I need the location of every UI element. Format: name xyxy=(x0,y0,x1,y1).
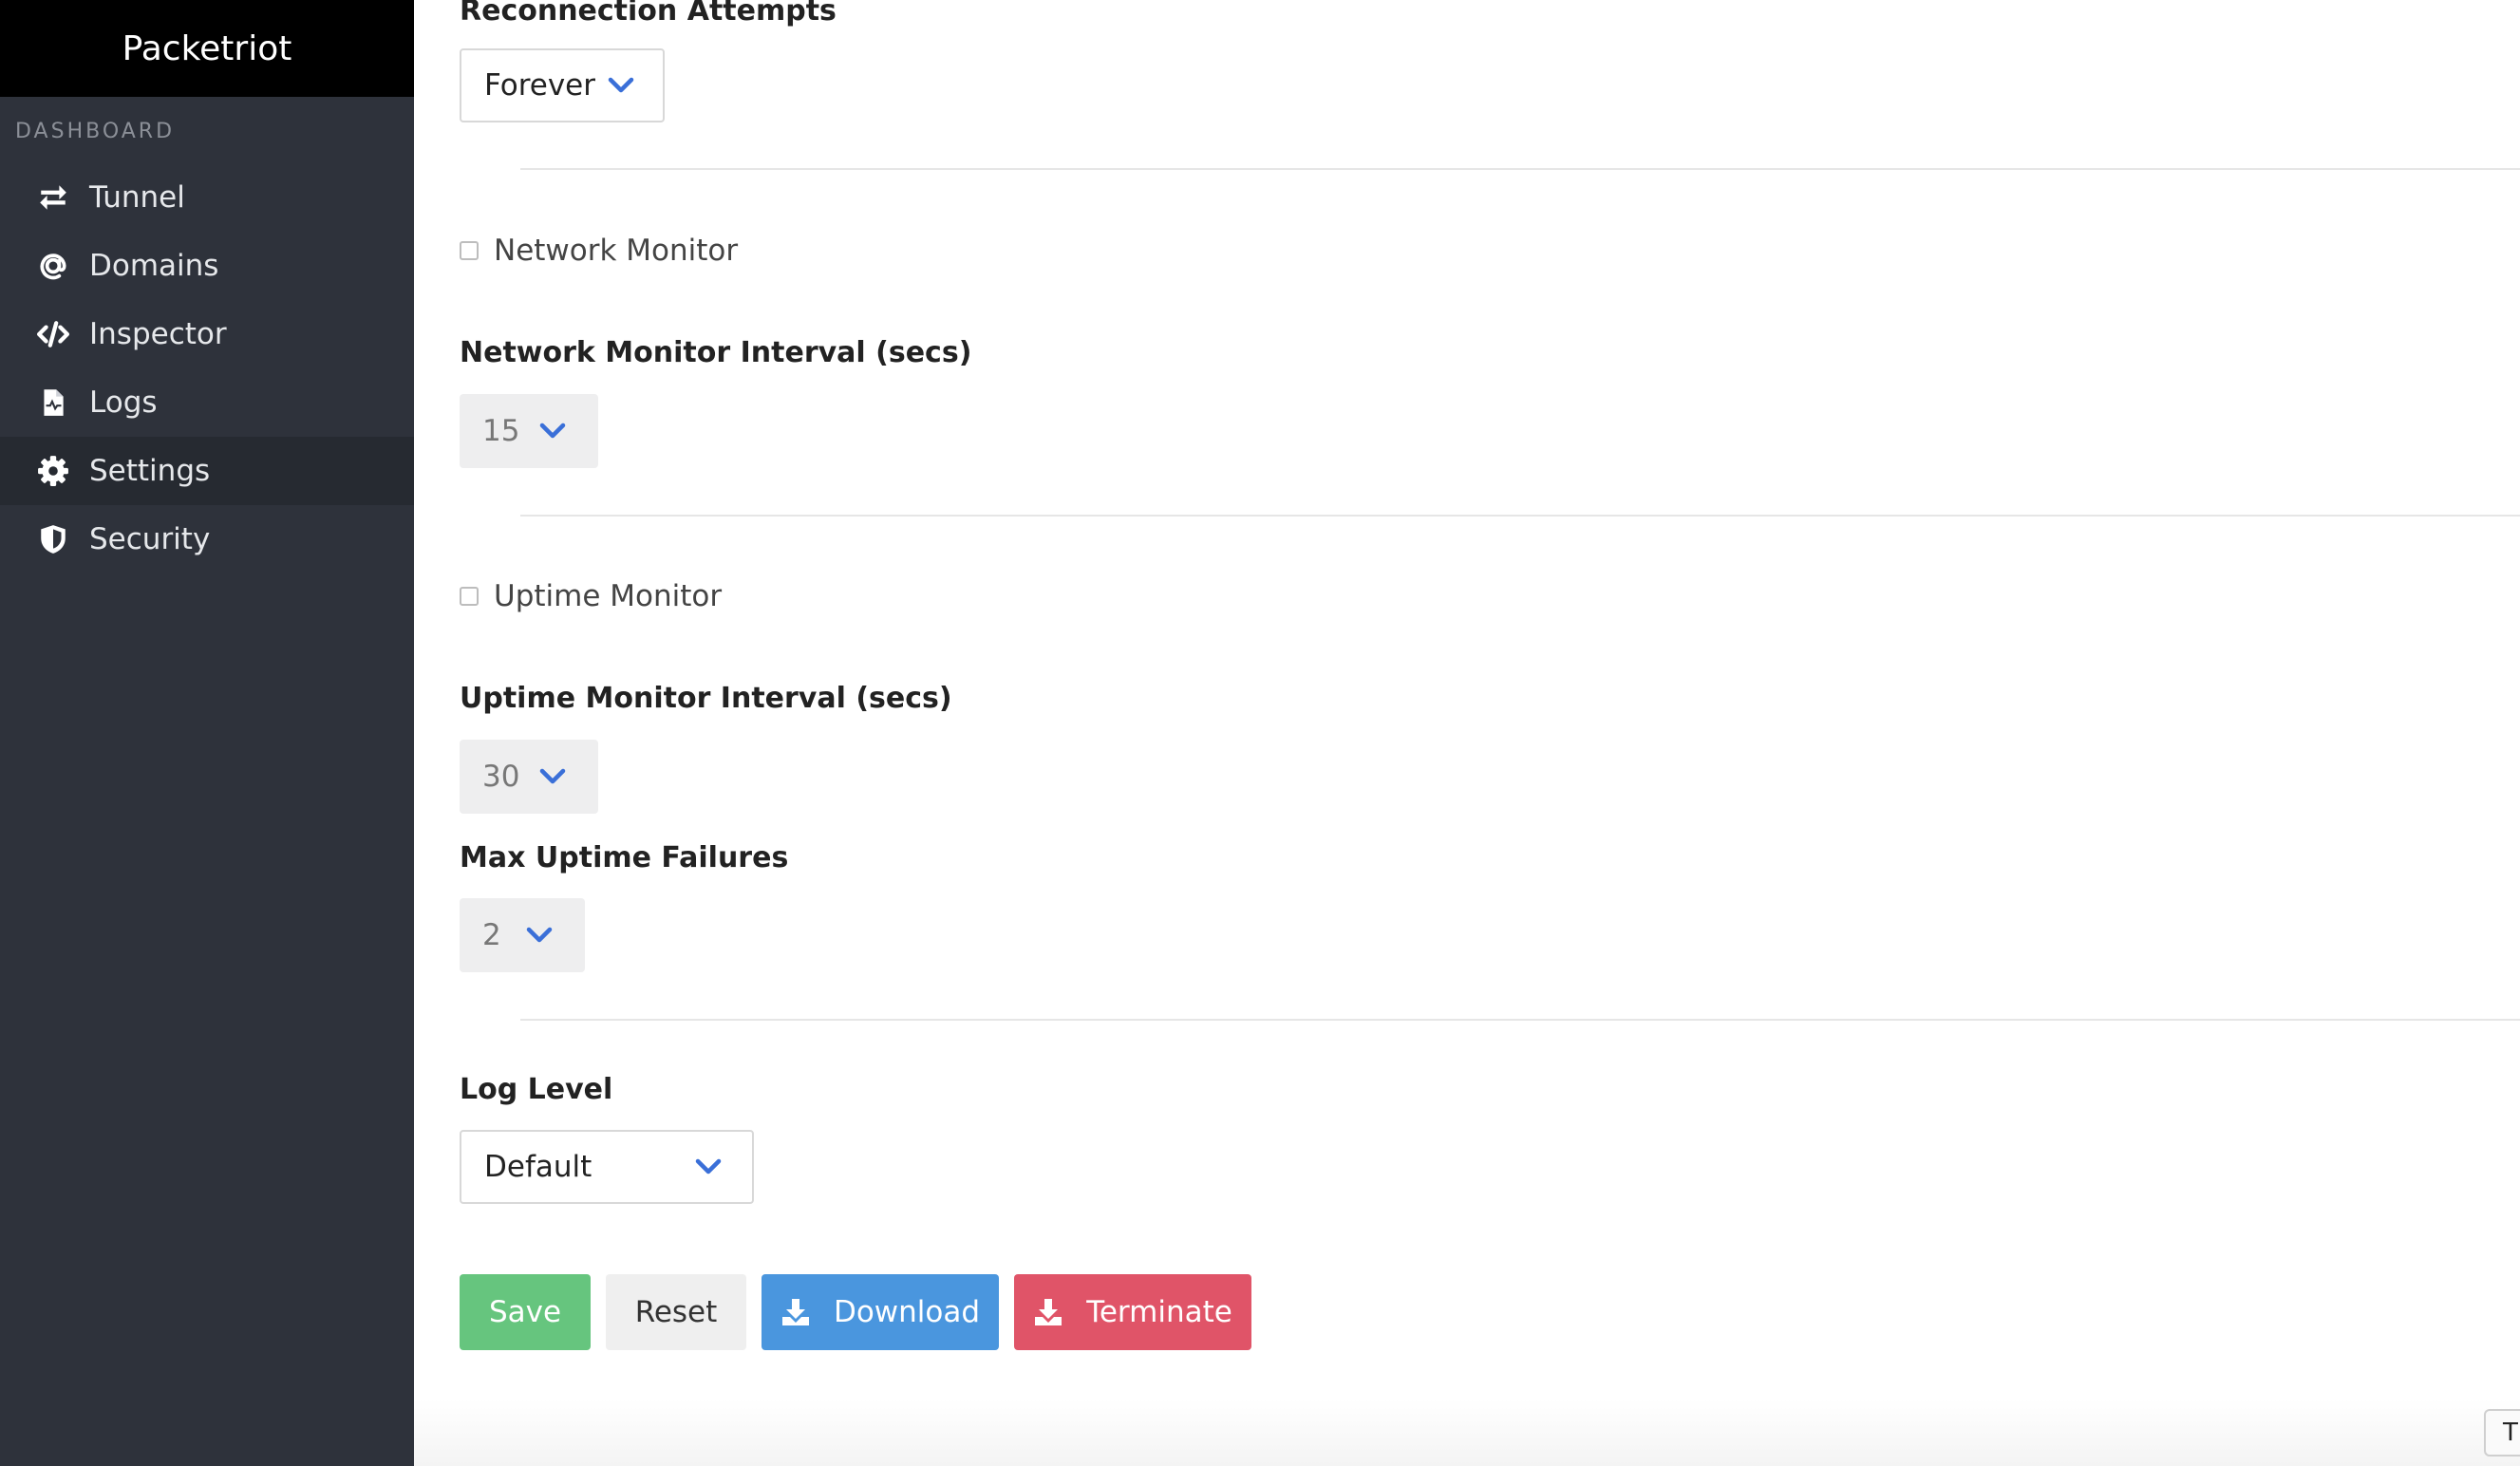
sidebar-item-inspector[interactable]: Inspector xyxy=(0,300,414,368)
section-divider xyxy=(520,515,2520,517)
sidebar-item-label: Inspector xyxy=(89,317,227,351)
download-button[interactable]: Download xyxy=(762,1274,999,1350)
chevron-down-icon xyxy=(539,768,566,784)
uptime-monitor-checkbox[interactable] xyxy=(460,587,479,606)
gear-icon xyxy=(36,454,70,488)
log-level-label: Log Level xyxy=(460,1073,613,1106)
section-divider xyxy=(520,1019,2520,1021)
network-monitor-checkbox[interactable] xyxy=(460,241,479,260)
bottom-shade xyxy=(414,1400,2520,1466)
brand-title[interactable]: Packetriot xyxy=(0,0,414,97)
sidebar: Packetriot DASHBOARD Tunnel Domains Insp… xyxy=(0,0,414,1466)
reconnection-attempts-label: Reconnection Attempts xyxy=(460,0,837,28)
sidebar-section-label: DASHBOARD xyxy=(15,120,176,143)
network-monitor-interval-label: Network Monitor Interval (secs) xyxy=(460,336,972,369)
sidebar-item-settings[interactable]: Settings xyxy=(0,437,414,505)
log-level-select[interactable]: Default xyxy=(460,1130,754,1204)
download-icon xyxy=(781,1299,809,1325)
download-icon xyxy=(1035,1299,1063,1325)
select-value: 15 xyxy=(482,414,520,448)
sidebar-item-label: Security xyxy=(89,522,211,556)
settings-panel: Reconnection Attempts Forever Network Mo… xyxy=(414,0,2520,1466)
sidebar-item-label: Settings xyxy=(89,454,211,488)
chevron-down-icon xyxy=(608,77,634,93)
sidebar-item-logs[interactable]: Logs xyxy=(0,368,414,437)
max-uptime-failures-label: Max Uptime Failures xyxy=(460,841,789,874)
network-monitor-label: Network Monitor xyxy=(494,234,739,268)
download-label: Download xyxy=(833,1295,981,1329)
exchange-icon xyxy=(36,180,70,215)
sidebar-item-domains[interactable]: Domains xyxy=(0,232,414,300)
sidebar-item-tunnel[interactable]: Tunnel xyxy=(0,163,414,232)
network-monitor-interval-select[interactable]: 15 xyxy=(460,394,598,468)
chevron-down-icon xyxy=(539,423,566,439)
terminate-label: Terminate xyxy=(1086,1295,1232,1329)
reset-button[interactable]: Reset xyxy=(606,1274,746,1350)
sidebar-item-label: Tunnel xyxy=(89,180,185,215)
chevron-down-icon xyxy=(526,927,553,943)
sidebar-item-label: Domains xyxy=(89,249,219,283)
uptime-monitor-row: Uptime Monitor xyxy=(460,579,722,613)
sidebar-item-label: Logs xyxy=(89,385,158,420)
save-button[interactable]: Save xyxy=(460,1274,591,1350)
terminate-button[interactable]: Terminate xyxy=(1014,1274,1251,1350)
at-icon xyxy=(36,249,70,283)
uptime-monitor-label: Uptime Monitor xyxy=(494,579,723,613)
file-pulse-icon xyxy=(36,385,70,420)
chevron-down-icon xyxy=(695,1158,722,1175)
reconnection-attempts-select[interactable]: Forever xyxy=(460,48,665,122)
select-value: 30 xyxy=(482,760,520,794)
code-icon xyxy=(36,317,70,351)
max-uptime-failures-select[interactable]: 2 xyxy=(460,898,585,972)
select-value: Default xyxy=(484,1150,592,1184)
select-value: 2 xyxy=(482,918,501,952)
network-monitor-row: Network Monitor xyxy=(460,234,738,268)
select-value: Forever xyxy=(484,68,595,103)
uptime-monitor-interval-label: Uptime Monitor Interval (secs) xyxy=(460,682,952,715)
uptime-monitor-interval-select[interactable]: 30 xyxy=(460,740,598,814)
sidebar-item-security[interactable]: Security xyxy=(0,505,414,573)
section-divider xyxy=(520,168,2520,170)
shield-icon xyxy=(36,522,70,556)
corner-tab[interactable]: T xyxy=(2484,1409,2520,1457)
